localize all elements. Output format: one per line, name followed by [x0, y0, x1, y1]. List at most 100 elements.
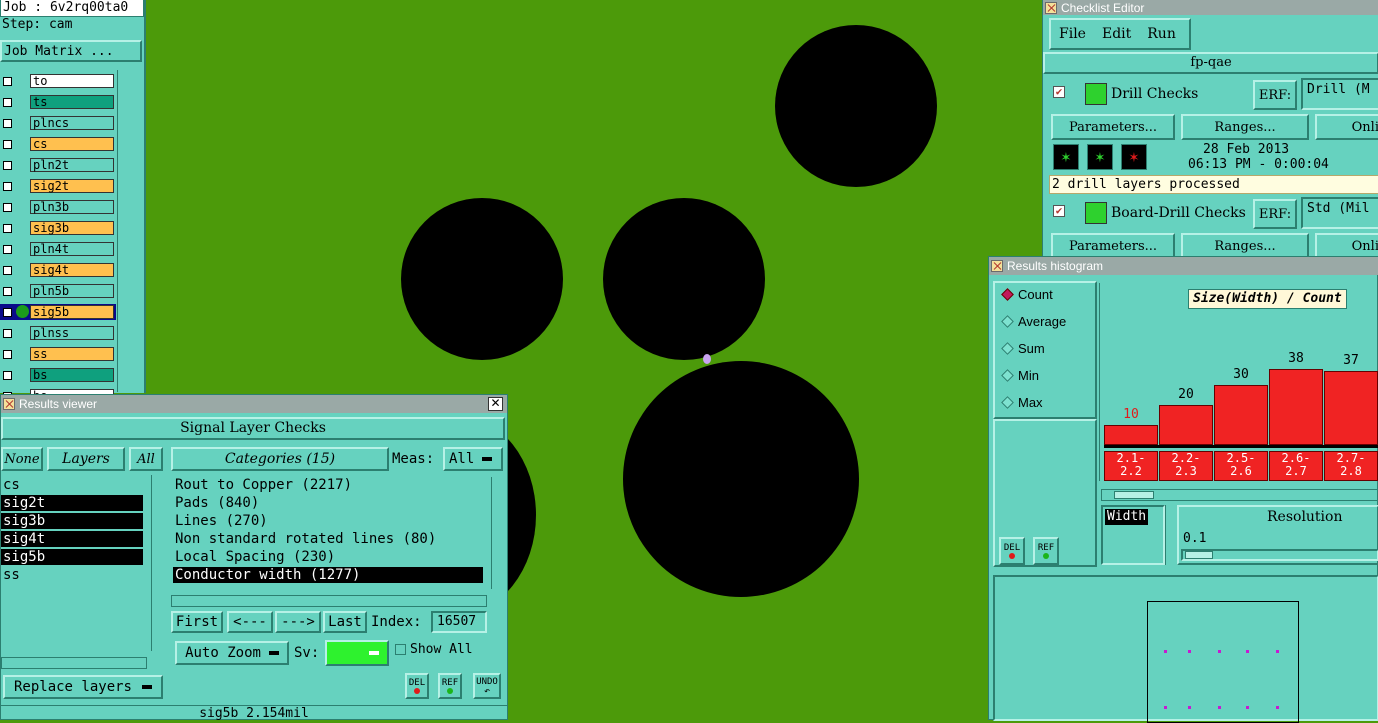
category-list[interactable]: Rout to Copper (2217) Pads (840) Lines (27… [171, 477, 489, 589]
result-layer-item[interactable]: sig4t [1, 531, 143, 547]
layer-name[interactable]: pln3b [30, 200, 114, 214]
run-action-icon[interactable]: ✶ [1087, 144, 1113, 170]
ref-button[interactable]: REF [1033, 537, 1059, 565]
layer-name[interactable]: pln5b [30, 284, 114, 298]
drill-erf-field[interactable]: Drill (M [1301, 78, 1378, 110]
layer-checkbox[interactable] [3, 202, 12, 212]
layer-row[interactable]: bs [0, 367, 116, 383]
layer-name[interactable]: plncs [30, 116, 114, 130]
mode-max-radio[interactable]: Max [1001, 395, 1043, 410]
mode-count-radio[interactable]: Count [1001, 287, 1053, 302]
layer-row[interactable]: plnss [0, 325, 116, 341]
layer-checkbox[interactable] [3, 328, 12, 338]
window-menu-icon[interactable] [3, 398, 15, 410]
slider-thumb[interactable] [1185, 551, 1213, 559]
layer-row[interactable]: sig2t [0, 178, 116, 194]
histogram-bar[interactable] [1104, 425, 1158, 445]
layer-row[interactable]: ts [0, 94, 116, 110]
result-layer-item[interactable]: sig5b [1, 549, 143, 565]
show-all-checkbox[interactable] [395, 644, 406, 655]
layer-checkbox[interactable] [3, 223, 12, 233]
category-item[interactable]: Local Spacing (230) [173, 549, 483, 565]
histogram-bar[interactable] [1324, 371, 1378, 445]
meas-dropdown[interactable]: All [443, 447, 503, 471]
layer-checkbox[interactable] [3, 349, 12, 359]
category-item[interactable]: Lines (270) [173, 513, 483, 529]
category-list-hscroll[interactable] [171, 595, 487, 607]
category-item[interactable]: Non standard rotated lines (80) [173, 531, 483, 547]
ranges-button[interactable]: Ranges... [1181, 114, 1309, 140]
last-button[interactable]: Last [323, 611, 367, 633]
layer-name[interactable]: sig2t [30, 179, 114, 193]
layer-checkbox[interactable] [3, 244, 12, 254]
layer-checkbox[interactable] [3, 160, 12, 170]
layer-row[interactable]: pln5b [0, 283, 116, 299]
layer-results-list[interactable]: cs sig2t sig3b sig4t sig5b ss [1, 475, 151, 651]
board-drill-checks-checkbox[interactable]: ✔ [1053, 205, 1065, 217]
preview-board[interactable] [1147, 601, 1299, 723]
undo-button[interactable]: UNDO ↶ [473, 673, 501, 699]
layer-row[interactable]: to [0, 73, 116, 89]
layer-checkbox[interactable] [3, 286, 12, 296]
layer-name[interactable]: ss [30, 347, 114, 361]
layer-name[interactable]: pln2t [30, 158, 114, 172]
layer-name[interactable]: plnss [30, 326, 114, 340]
chart-hscroll[interactable] [1101, 489, 1378, 501]
layer-row[interactable]: sig4t [0, 262, 116, 278]
menu-edit[interactable]: Edit [1102, 26, 1131, 42]
category-item[interactable]: Rout to Copper (2217) [173, 477, 483, 493]
field-list[interactable]: Width [1101, 505, 1165, 565]
drill-checks-checkbox[interactable]: ✔ [1053, 86, 1065, 98]
board-drill-erf-field[interactable]: Std (Mil [1301, 197, 1378, 229]
category-item[interactable]: Pads (840) [173, 495, 483, 511]
layer-results-scrollbar[interactable] [151, 475, 166, 651]
categories-button[interactable]: Categories (15) [171, 447, 389, 471]
layer-checkbox[interactable] [3, 181, 12, 191]
layer-row[interactable]: pln4t [0, 241, 116, 257]
mode-min-radio[interactable]: Min [1001, 368, 1039, 383]
all-layers-button[interactable]: All [129, 447, 163, 471]
first-button[interactable]: First [171, 611, 223, 633]
layer-row[interactable]: pln3b [0, 199, 116, 215]
layer-name[interactable]: cs [30, 137, 114, 151]
run-action-icon[interactable]: ✶ [1053, 144, 1079, 170]
layer-checkbox[interactable] [3, 97, 12, 107]
mode-average-radio[interactable]: Average [1001, 314, 1066, 329]
histogram-bar[interactable] [1269, 369, 1323, 445]
histogram-bar[interactable] [1159, 405, 1213, 445]
ref-button[interactable]: REF [438, 673, 462, 699]
layer-checkbox[interactable] [3, 370, 12, 380]
field-list-scrollbar[interactable] [1165, 505, 1177, 565]
layer-row[interactable]: sig5b [0, 304, 116, 320]
layer-name[interactable]: sig3b [30, 221, 114, 235]
layer-checkbox[interactable] [3, 118, 12, 128]
prev-button[interactable]: <--- [227, 611, 273, 633]
none-button[interactable]: None [1, 447, 43, 471]
auto-zoom-dropdown[interactable]: Auto Zoom [175, 641, 289, 665]
category-item[interactable]: Conductor width (1277) [173, 567, 483, 583]
layer-row[interactable]: sig3b [0, 220, 116, 236]
online-button[interactable]: Onli [1315, 114, 1378, 140]
replace-layers-dropdown[interactable]: Replace layers [3, 675, 163, 699]
result-layer-item[interactable]: ss [1, 567, 143, 583]
layer-row[interactable]: cs [0, 136, 116, 152]
layer-name[interactable]: pln4t [30, 242, 114, 256]
del-button[interactable]: DEL [999, 537, 1025, 565]
layer-name[interactable]: bs [30, 368, 114, 382]
result-layer-item[interactable]: cs [1, 477, 143, 493]
layer-row[interactable]: pln2t [0, 157, 116, 173]
result-layer-item[interactable]: sig3b [1, 513, 143, 529]
index-input[interactable]: 16507 [431, 611, 487, 633]
layer-row[interactable]: ss [0, 346, 116, 362]
layer-checkbox[interactable] [3, 76, 12, 86]
menu-file[interactable]: File [1059, 26, 1086, 42]
close-button[interactable]: ✕ [488, 397, 503, 411]
layer-checkbox[interactable] [3, 265, 12, 275]
run-action-icon[interactable]: ✶ [1121, 144, 1147, 170]
sv-color-dropdown[interactable] [325, 640, 389, 666]
layer-name[interactable]: sig5b [30, 305, 114, 319]
chart-hscroll-thumb[interactable] [1114, 491, 1154, 499]
layer-row[interactable]: plncs [0, 115, 116, 131]
layer-checkbox[interactable] [3, 307, 12, 317]
job-matrix-button[interactable]: Job Matrix ... [0, 40, 142, 62]
